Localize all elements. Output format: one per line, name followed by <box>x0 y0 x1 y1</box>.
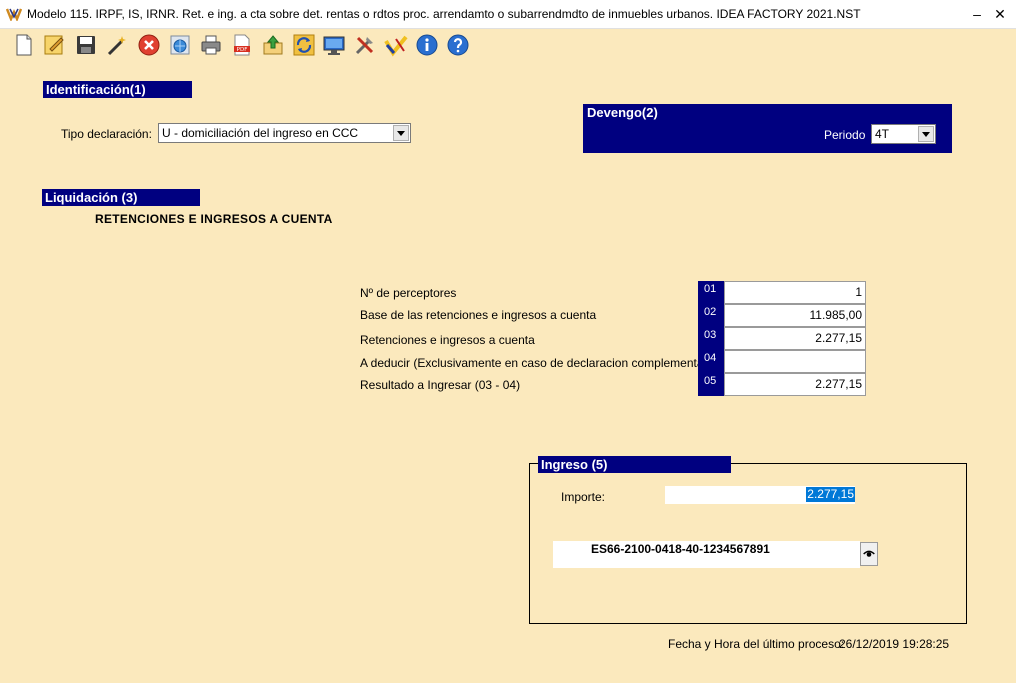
fecha-label: Fecha y Hora del último proceso: <box>668 637 845 651</box>
info-icon <box>416 34 438 56</box>
periodo-label: Periodo <box>824 128 866 142</box>
edit-icon <box>44 35 64 55</box>
periodo-value: 4T <box>875 127 890 141</box>
monitor-icon <box>323 36 345 55</box>
delete-button[interactable] <box>137 33 161 57</box>
eye-icon <box>863 550 875 557</box>
row-label: Nº de perceptores <box>360 286 457 300</box>
help-button[interactable] <box>446 33 470 57</box>
casilla-number: 04 <box>698 350 724 373</box>
tipo-declaracion-select[interactable]: U - domiciliación del ingreso en CCC <box>158 123 411 143</box>
casilla-05-field[interactable]: 2.277,15 <box>724 373 866 396</box>
info-button[interactable] <box>415 33 439 57</box>
agency-icon <box>384 35 408 57</box>
iban-field[interactable]: ES66-2100-0418-40-1234567891 <box>553 541 860 568</box>
close-window-button[interactable]: ✕ <box>988 4 1012 24</box>
devengo-heading: Devengo(2) <box>587 105 658 120</box>
minimize-button[interactable]: – <box>965 4 989 24</box>
save-icon <box>77 36 95 54</box>
importe-field[interactable]: 2.277,15 <box>665 486 855 504</box>
row-label: Base de las retenciones e ingresos a cue… <box>360 308 597 322</box>
refresh-button[interactable] <box>292 33 316 57</box>
iban-value: ES66-2100-0418-40-1234567891 <box>591 542 770 556</box>
casilla-number: 05 <box>698 373 724 396</box>
toolbar: PDF <box>0 29 1016 65</box>
casilla-03-field[interactable]: 2.277,15 <box>724 327 866 350</box>
tools-button[interactable] <box>353 33 377 57</box>
identificacion-heading: Identificación(1) <box>43 81 192 98</box>
row-label: Resultado a Ingresar (03 - 04) <box>360 378 521 392</box>
ingreso-heading: Ingreso (5) <box>538 456 731 473</box>
monitor-button[interactable] <box>322 33 346 57</box>
help-icon <box>447 34 469 56</box>
print-icon <box>201 35 221 55</box>
casilla-number: 02 <box>698 304 724 327</box>
importe-value: 2.277,15 <box>806 487 855 502</box>
casilla-01-field[interactable]: 1 <box>724 281 866 304</box>
pdf-icon: PDF <box>234 34 250 56</box>
save-button[interactable] <box>74 33 98 57</box>
edit-button[interactable] <box>42 33 66 57</box>
liquidacion-subtitle: RETENCIONES E INGRESOS A CUENTA <box>95 212 333 226</box>
refresh-icon <box>293 34 315 56</box>
row-label: Retenciones e ingresos a cuenta <box>360 333 535 347</box>
iban-view-button[interactable] <box>860 542 878 566</box>
casilla-04-field[interactable] <box>724 350 866 373</box>
tools-icon <box>355 36 374 55</box>
casilla-number: 01 <box>698 281 724 304</box>
casilla-02-field[interactable]: 11.985,00 <box>724 304 866 327</box>
svg-text:PDF: PDF <box>237 47 248 53</box>
globe-icon <box>170 35 190 55</box>
tipo-declaracion-value: U - domiciliación del ingreso en CCC <box>162 126 359 140</box>
export-button[interactable] <box>261 33 285 57</box>
agency-button[interactable] <box>384 33 408 57</box>
tipo-declaracion-label: Tipo declaración: <box>61 127 152 141</box>
internet-button[interactable] <box>168 33 192 57</box>
row-label: A deducir (Exclusivamente en caso de dec… <box>360 356 721 370</box>
wizard-button[interactable] <box>105 33 129 57</box>
chevron-down-icon[interactable] <box>918 126 934 142</box>
export-icon <box>263 35 283 55</box>
wand-icon <box>107 36 126 56</box>
chevron-down-icon[interactable] <box>393 125 409 141</box>
periodo-select[interactable]: 4T <box>871 124 936 144</box>
print-button[interactable] <box>199 33 223 57</box>
pdf-button[interactable]: PDF <box>230 33 254 57</box>
delete-icon <box>138 34 160 56</box>
app-logo-icon <box>6 8 22 21</box>
fecha-value: 26/12/2019 19:28:25 <box>839 637 950 651</box>
new-document-icon <box>16 34 32 56</box>
title-bar: Modelo 115. IRPF, IS, IRNR. Ret. e ing. … <box>0 0 1016 29</box>
liquidacion-heading: Liquidación (3) <box>42 189 200 206</box>
new-document-button[interactable] <box>12 33 36 57</box>
devengo-panel: Devengo(2) Periodo 4T <box>583 104 952 153</box>
casilla-number: 03 <box>698 327 724 350</box>
window-title: Modelo 115. IRPF, IS, IRNR. Ret. e ing. … <box>27 7 861 21</box>
importe-label: Importe: <box>561 490 606 504</box>
